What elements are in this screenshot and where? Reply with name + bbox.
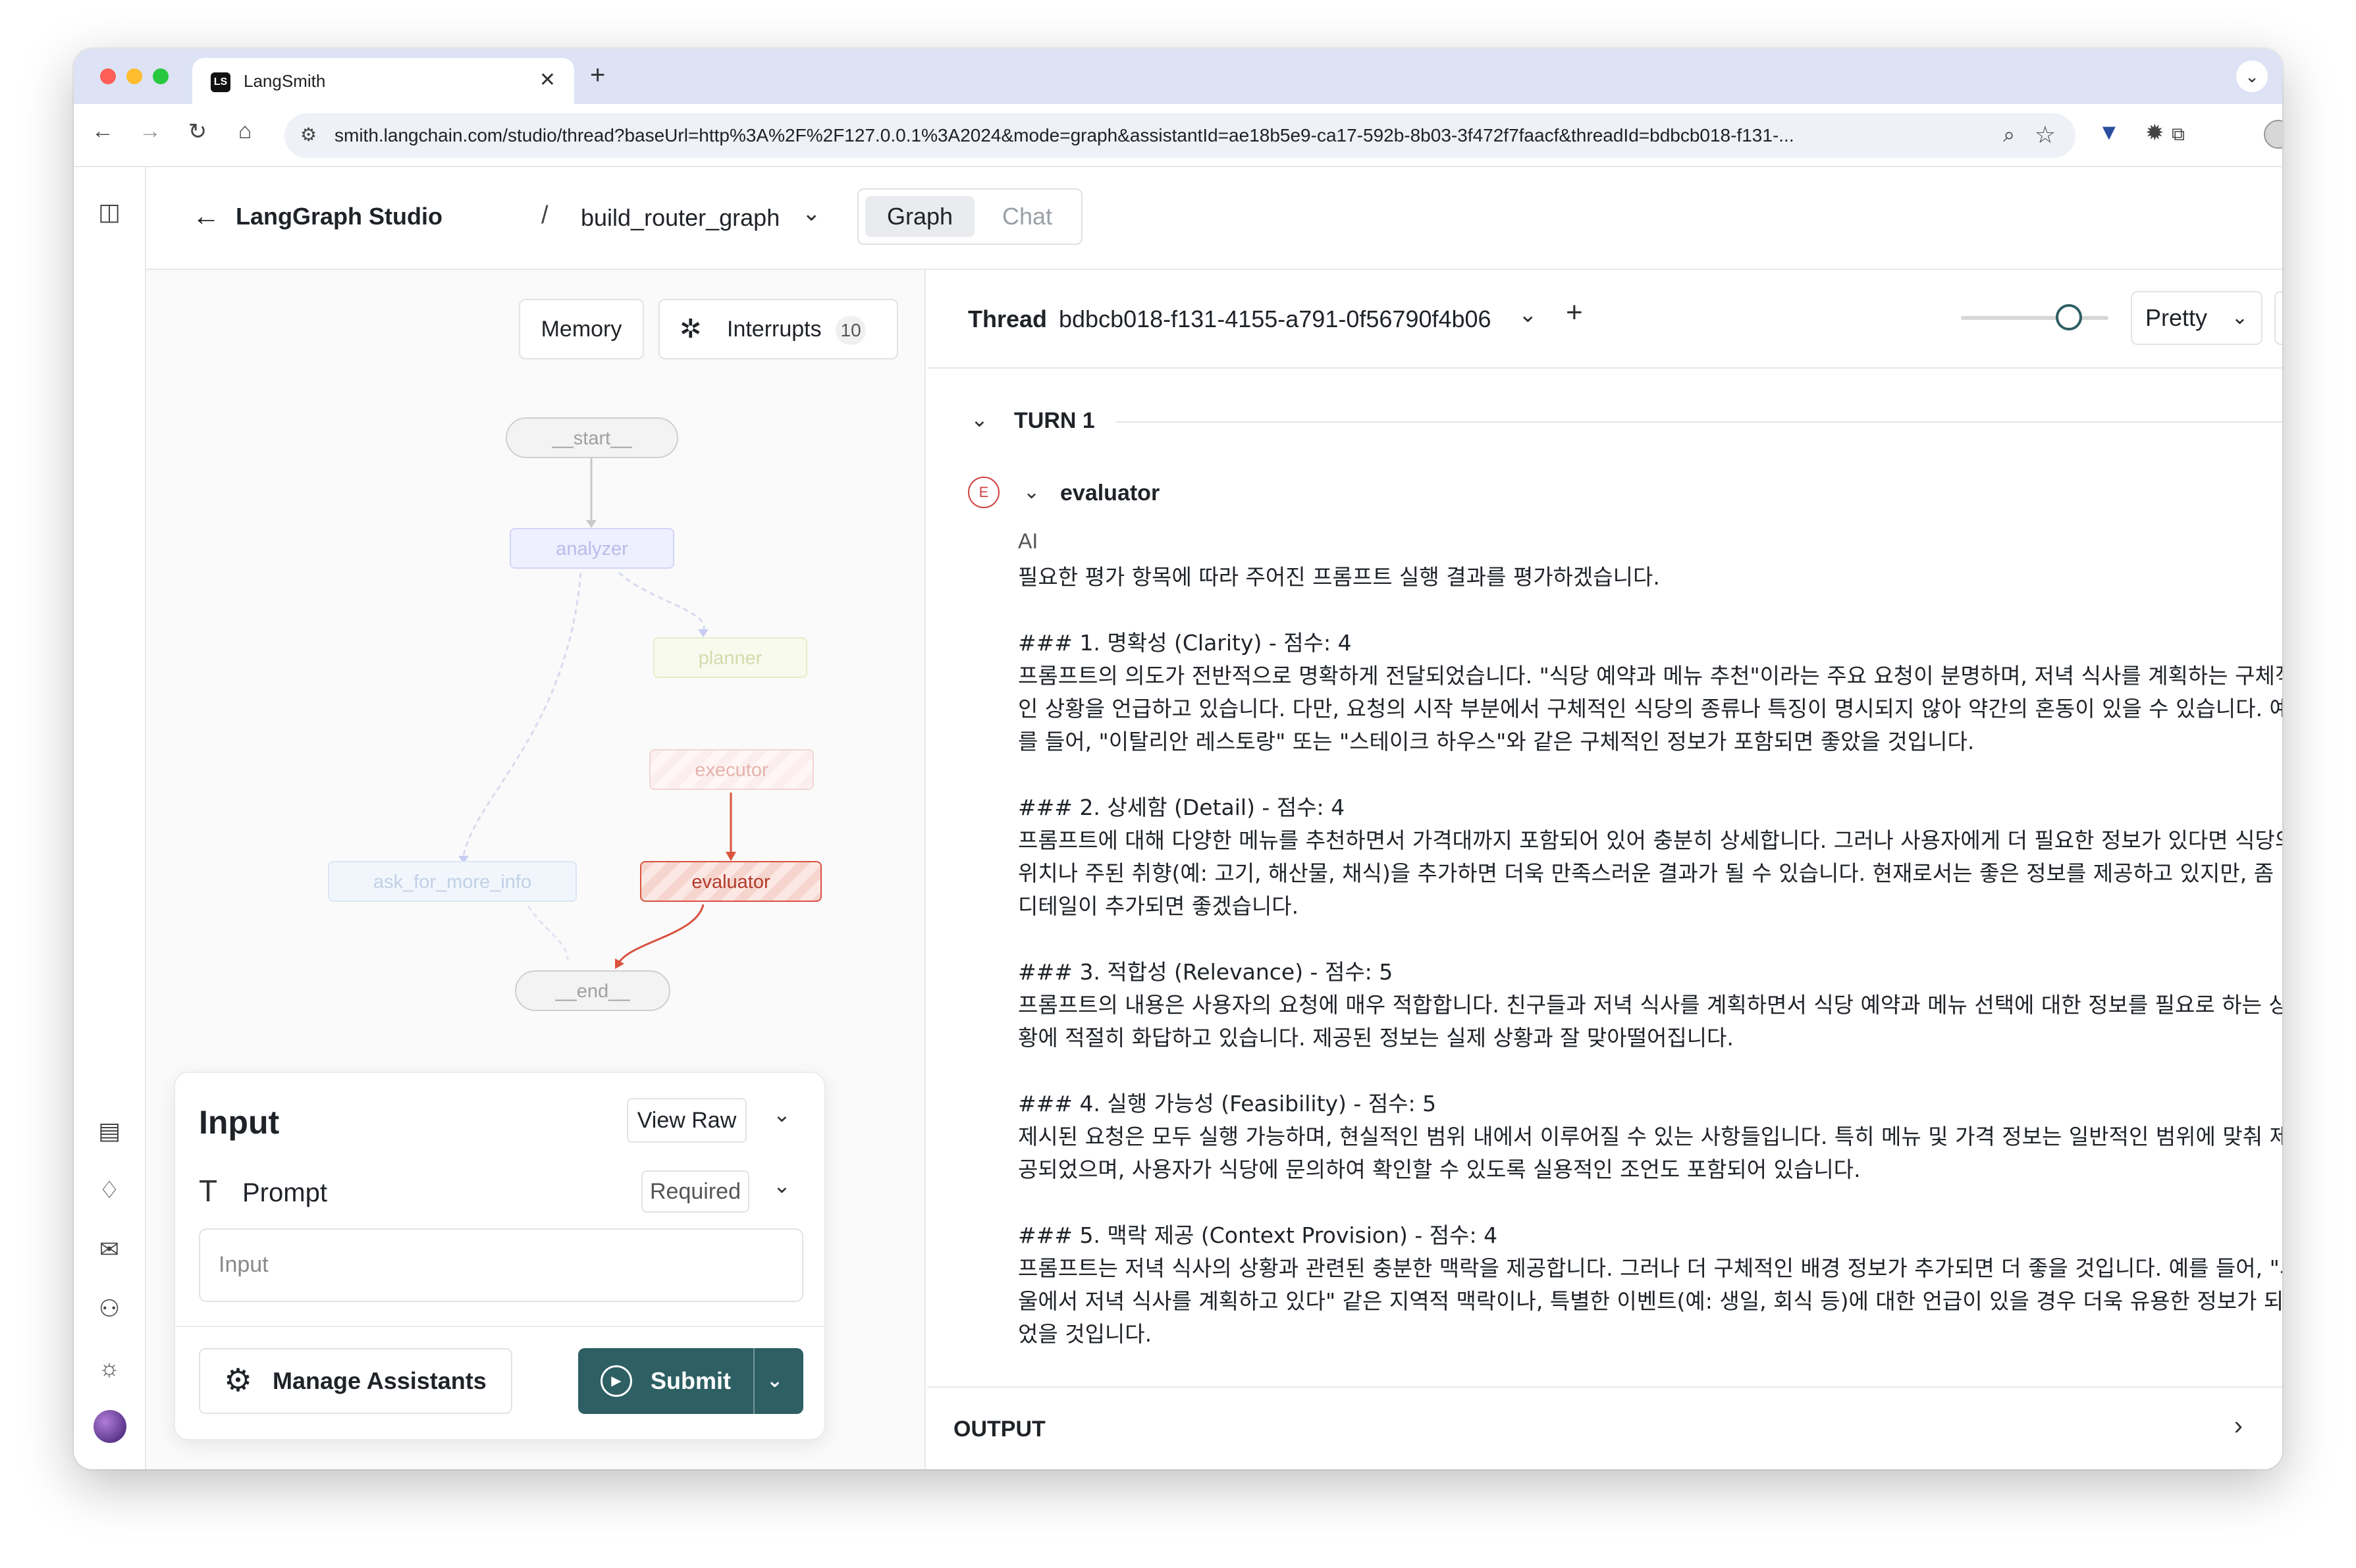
browser-window: LS LangSmith ✕ + ⌄ ← → ↻ ⌂ ⚙ smith.langc… [74, 49, 2282, 1469]
tab-chat[interactable]: Chat [1002, 196, 1052, 237]
tab-title: LangSmith [244, 71, 326, 91]
collapse-turn-chevron-icon[interactable]: ⌄ [971, 407, 988, 432]
chevron-down-icon[interactable]: ⌄ [773, 1173, 791, 1198]
turn-label: TURN 1 [1014, 408, 1095, 433]
tab-search-chevron-icon[interactable]: ⌄ [2236, 61, 2268, 92]
edge-arrow [698, 629, 709, 637]
gear-icon: ⚙ [224, 1363, 253, 1398]
extension-v-icon[interactable]: ▼ [2098, 120, 2120, 145]
sidebar-toggle-icon[interactable]: ◫ [95, 197, 124, 226]
view-raw-button[interactable]: View Raw [627, 1098, 747, 1143]
thread-label: Thread [968, 305, 1048, 332]
star-icon[interactable]: ☆ [2035, 121, 2056, 149]
user-add-icon[interactable]: ⚇ [95, 1294, 124, 1323]
submit-label: Submit [651, 1367, 731, 1394]
chevron-down-icon[interactable]: ⌄ [802, 200, 821, 226]
breadcrumb-separator: / [541, 201, 549, 229]
new-thread-icon[interactable]: + [1566, 296, 1583, 329]
tab-graph[interactable]: Graph [865, 196, 975, 237]
thread-panel: Thread bdbcb018-f131-4155-a791-0f56790f4… [927, 270, 2282, 1469]
left-rail: ◫ ▤ ♢ ✉ ⚇ ☼ [74, 167, 146, 1469]
document-icon[interactable]: ▤ [95, 1116, 124, 1145]
extensions-icon[interactable]: ⧉ [2172, 124, 2185, 145]
play-icon: ▶ [601, 1365, 632, 1397]
history-slider[interactable] [1961, 316, 2108, 320]
node-end[interactable]: __end__ [515, 970, 670, 1011]
evaluator-node-badge: E [968, 477, 1000, 508]
chevron-down-icon: ⌄ [2231, 307, 2248, 328]
message-role: AI [1018, 529, 1038, 553]
edge-arrow [586, 520, 597, 528]
node-ask-for-more-info[interactable]: ask_for_more_info [328, 861, 577, 902]
node-start[interactable]: __start__ [506, 417, 678, 458]
sun-icon[interactable]: ☼ [95, 1353, 124, 1382]
input-card-title: Input [199, 1104, 280, 1141]
message-content: 필요한 평가 항목에 따라 주어진 프롬프트 실행 결과를 평가하겠습니다. #… [1018, 564, 2282, 1347]
home-icon[interactable]: ⌂ [229, 118, 261, 144]
browser-tab[interactable]: LS LangSmith ✕ [192, 58, 574, 104]
submit-button[interactable]: ▶ Submit ⌄ [578, 1348, 803, 1414]
collapse-node-chevron-icon[interactable]: ⌄ [1023, 481, 1040, 504]
extension-gear-icon[interactable]: ✹ [2145, 120, 2164, 146]
navigation-bar: ← → ↻ ⌂ ⚙ smith.langchain.com/studio/thr… [74, 104, 2282, 167]
langsmith-favicon-icon: LS [211, 72, 230, 92]
graph-panel: Memory ✲ Interrupts 10 __start__ analyze… [146, 270, 926, 1469]
tab-bar: LS LangSmith ✕ + ⌄ [74, 49, 2282, 104]
required-badge: Required [641, 1170, 749, 1213]
back-arrow-icon[interactable]: ← [192, 200, 220, 232]
thread-id-selector[interactable]: bdbcb018-f131-4155-a791-0f56790f4b06 [1059, 305, 1491, 333]
studio-header: ← LangGraph Studio / build_router_graph … [146, 167, 2282, 270]
text-type-icon: T [199, 1174, 218, 1208]
edge-askmore-end [527, 905, 569, 960]
divider [175, 1326, 824, 1327]
output-label: OUTPUT [953, 1417, 1046, 1442]
langgraph-studio-app: ◫ ▤ ♢ ✉ ⚇ ☼ ← LangGraph Studio / build_r… [74, 167, 2282, 1469]
prompt-field-label: Prompt [242, 1178, 327, 1207]
edge-evaluator-end [618, 904, 705, 963]
mail-icon[interactable]: ✉ [95, 1235, 124, 1264]
url-text[interactable]: smith.langchain.com/studio/thread?baseUr… [335, 125, 1928, 146]
edge-analyzer-planner [618, 571, 705, 631]
manage-assistants-button[interactable]: ⚙ Manage Assistants [199, 1348, 512, 1414]
output-section[interactable]: OUTPUT › [927, 1386, 2282, 1469]
database-icon[interactable]: ☰ [2274, 291, 2282, 345]
maximize-window-button[interactable] [153, 68, 169, 84]
prompt-input[interactable]: Input [199, 1228, 803, 1302]
address-bar[interactable]: ⚙ smith.langchain.com/studio/thread?base… [284, 113, 2075, 158]
node-executor[interactable]: executor [649, 749, 814, 790]
node-name: evaluator [1060, 481, 1160, 506]
submit-options-chevron-icon[interactable]: ⌄ [766, 1348, 783, 1414]
node-analyzer[interactable]: analyzer [510, 528, 674, 569]
profile-avatar[interactable] [2264, 120, 2282, 149]
submit-divider [753, 1348, 755, 1414]
reload-icon[interactable]: ↻ [182, 118, 213, 145]
tab-close-icon[interactable]: ✕ [539, 68, 556, 91]
app-title[interactable]: LangGraph Studio [236, 203, 442, 230]
back-icon[interactable]: ← [87, 118, 119, 144]
view-format-value: Pretty [2145, 304, 2208, 331]
turn-divider [1115, 421, 2282, 423]
node-planner[interactable]: planner [653, 637, 807, 678]
minimize-window-button[interactable] [126, 68, 142, 84]
input-card: Input View Raw ⌄ T Prompt Required ⌄ Inp… [174, 1072, 826, 1440]
chevron-right-icon[interactable]: › [2234, 1411, 2243, 1441]
close-window-button[interactable] [100, 68, 116, 84]
node-evaluator[interactable]: evaluator [640, 861, 822, 902]
bell-icon[interactable]: ♢ [95, 1176, 124, 1205]
user-avatar[interactable] [94, 1410, 126, 1443]
view-mode-toggle: Graph Chat [857, 188, 1083, 245]
chevron-down-icon[interactable]: ⌄ [1518, 301, 1538, 328]
new-tab-icon[interactable]: + [590, 61, 605, 90]
thread-header: Thread bdbcb018-f131-4155-a791-0f56790f4… [927, 270, 2282, 369]
edge-analyzer-askmore [462, 572, 582, 856]
zoom-icon[interactable]: ⌕ [2003, 122, 2015, 147]
site-settings-icon[interactable]: ⚙ [300, 124, 317, 145]
manage-assistants-label: Manage Assistants [273, 1367, 487, 1394]
graph-selector[interactable]: build_router_graph [581, 204, 780, 232]
view-format-select[interactable]: Pretty ⌄ [2131, 291, 2262, 345]
chevron-down-icon[interactable]: ⌄ [773, 1102, 791, 1127]
forward-icon[interactable]: → [134, 118, 166, 144]
edge-arrow [726, 852, 736, 861]
history-slider-handle[interactable] [2056, 304, 2082, 330]
